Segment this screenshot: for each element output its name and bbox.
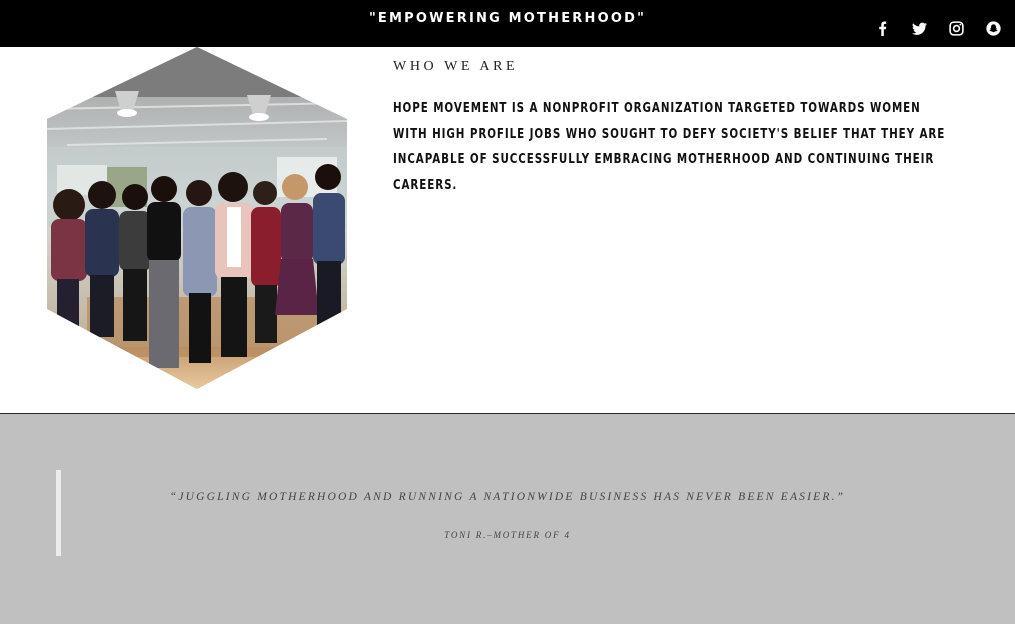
testimonial-author: TONI R.–MOTHER OF 4 [444, 530, 571, 540]
social-links [874, 20, 1001, 36]
facebook-icon[interactable] [874, 20, 890, 36]
team-photo [47, 47, 347, 389]
instagram-icon[interactable] [948, 20, 964, 36]
site-tagline: "EMPOWERING MOTHERHOOD" [368, 11, 647, 26]
section-heading: WHO WE ARE [393, 59, 519, 74]
top-banner: "EMPOWERING MOTHERHOOD" [0, 0, 1015, 47]
quote-accent-bar [56, 470, 61, 556]
testimonial-quote: “JUGGLING MOTHERHOOD AND RUNNING A NATIO… [169, 491, 846, 503]
snapchat-icon[interactable] [985, 20, 1001, 36]
about-paragraph: HOPE MOVEMENT IS A NONPROFIT ORGANIZATIO… [393, 100, 946, 193]
twitter-icon[interactable] [911, 20, 927, 36]
testimonial-section: “JUGGLING MOTHERHOOD AND RUNNING A NATIO… [0, 414, 1015, 624]
